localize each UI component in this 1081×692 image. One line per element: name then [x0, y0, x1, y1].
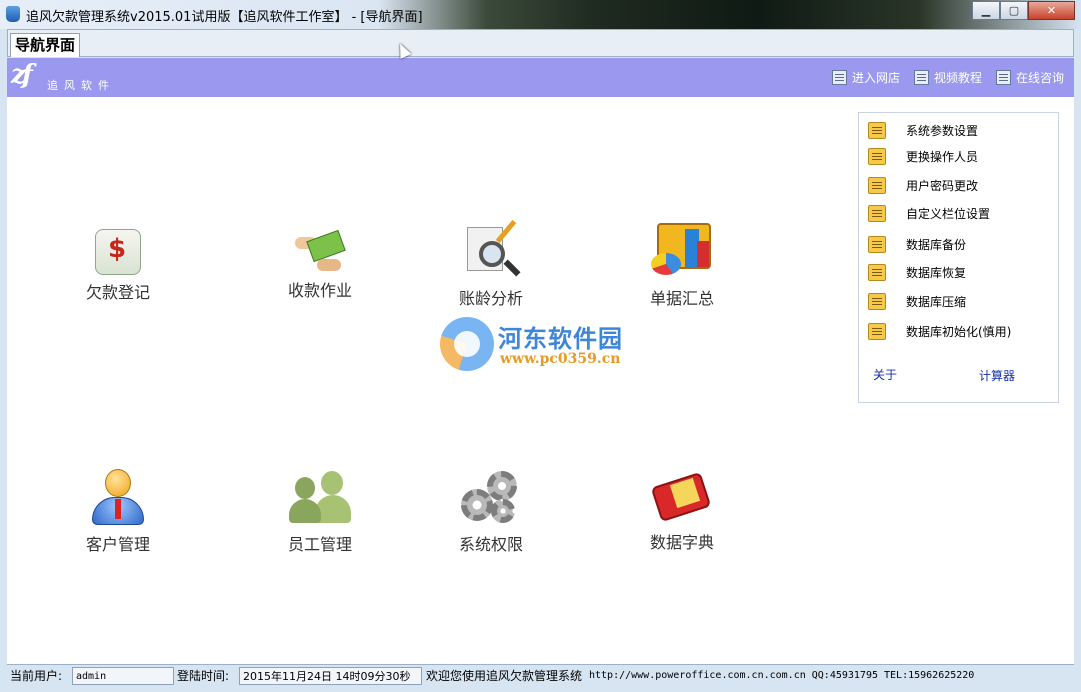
side-item-label: 用户密码更改 [906, 179, 979, 193]
current-user-value: admin [72, 667, 174, 685]
window-title: 追风欠款管理系统v2015.01试用版【追风软件工作室】 - [导航界面] [26, 10, 423, 25]
nav-label: 收款作业 [287, 281, 352, 300]
quick-settings-panel: 系统参数设置 更换操作人员 用户密码更改 自定义栏位设置 数据库备份 数据库恢复 [858, 112, 1059, 403]
watermark: 河东软件园 www.pc0359.cn [440, 317, 650, 373]
side-item-db-restore[interactable]: 数据库恢复 [868, 264, 966, 281]
nav-debt-register[interactable]: 欠款登记 [48, 221, 188, 303]
link-online-shop-label: 进入网店 [851, 71, 900, 85]
watermark-url: www.pc0359.cn [500, 351, 621, 367]
side-item-switch-operator[interactable]: 更换操作人员 [868, 148, 978, 165]
nav-label: 账龄分析 [458, 289, 523, 308]
nav-customer-management[interactable]: 客户管理 [48, 467, 188, 555]
welcome-message: 欢迎您使用追风欠款管理系统 [426, 669, 583, 683]
nav-label: 欠款登记 [85, 283, 150, 302]
gears-icon [461, 471, 521, 527]
link-online-consult[interactable]: 在线咨询 [995, 69, 1064, 86]
money-collect-icon [293, 229, 347, 273]
watermark-logo-icon [440, 317, 494, 371]
app-icon[interactable] [6, 6, 20, 22]
window-frame-right [1074, 29, 1081, 692]
chart-summary-icon [651, 223, 713, 281]
link-online-consult-label: 在线咨询 [1015, 71, 1064, 85]
nav-label: 数据字典 [649, 533, 714, 552]
side-item-system-params[interactable]: 系统参数设置 [868, 122, 978, 139]
close-button[interactable]: ✕ [1028, 1, 1075, 20]
side-item-label: 更换操作人员 [906, 150, 979, 164]
brand-name: 追风软件 [47, 79, 115, 92]
status-bar: 当前用户: admin 登陆时间: 2015年11月24日 14时09分30秒 … [7, 664, 1074, 686]
nav-label: 员工管理 [287, 535, 352, 554]
window-frame-bottom [0, 686, 1081, 692]
side-item-change-password[interactable]: 用户密码更改 [868, 177, 978, 194]
nav-system-permissions[interactable]: 系统权限 [421, 467, 561, 555]
tab-navigation[interactable]: 导航界面 [10, 33, 81, 57]
link-online-shop[interactable]: 进入网店 [831, 69, 900, 86]
main-panel: 欠款登记 收款作业 账龄分析 单据汇总 客户管理 [7, 97, 1074, 664]
side-item-db-initialize[interactable]: 数据库初始化(慎用) [868, 323, 1011, 340]
side-item-label: 数据库备份 [906, 238, 967, 252]
side-item-label: 系统参数设置 [906, 124, 979, 138]
note-icon [868, 122, 886, 139]
note-icon [868, 264, 886, 281]
nav-document-summary[interactable]: 单据汇总 [612, 221, 752, 309]
side-item-custom-fields[interactable]: 自定义栏位设置 [868, 205, 990, 222]
window-frame-left [0, 29, 7, 692]
dictionary-book-icon [650, 469, 713, 525]
maximize-button[interactable]: ▢ [1000, 1, 1028, 20]
note-icon [868, 177, 886, 194]
login-time-value: 2015年11月24日 14时09分30秒 [239, 667, 422, 685]
window-controls: ▁ ▢ ✕ [972, 1, 1075, 20]
nav-label: 系统权限 [458, 535, 523, 554]
header-links: 进入网店 视频教程 在线咨询 [831, 69, 1064, 86]
side-item-label: 数据库恢复 [906, 266, 967, 280]
about-link[interactable]: 关于 [873, 366, 897, 383]
staff-icon [289, 471, 351, 527]
note-icon [868, 323, 886, 340]
side-item-db-backup[interactable]: 数据库备份 [868, 236, 966, 253]
customer-icon [90, 469, 146, 527]
side-item-label: 数据库压缩 [906, 295, 967, 309]
nav-staff-management[interactable]: 员工管理 [250, 467, 390, 555]
tab-strip: 导航界面 [7, 29, 1074, 57]
note-icon [868, 148, 886, 165]
minimize-button[interactable]: ▁ [972, 1, 1000, 20]
brand-logo: zf [11, 60, 33, 90]
link-video-tutorial-label: 视频教程 [933, 71, 982, 85]
title-bar[interactable]: 追风欠款管理系统v2015.01试用版【追风软件工作室】 - [导航界面] ▁ … [0, 0, 1081, 29]
header-banner: zf 追风软件 进入网店 视频教程 在线咨询 [7, 58, 1074, 97]
list-icon [831, 70, 847, 85]
side-item-label: 自定义栏位设置 [906, 207, 991, 221]
nav-collection[interactable]: 收款作业 [250, 221, 390, 301]
side-item-label: 数据库初始化(慎用) [906, 325, 1012, 339]
note-icon [868, 236, 886, 253]
app-window: 追风欠款管理系统v2015.01试用版【追风软件工作室】 - [导航界面] ▁ … [0, 0, 1081, 692]
login-time-label: 登陆时间: [177, 669, 230, 683]
list-icon [913, 70, 929, 85]
magnifier-report-icon [463, 219, 521, 281]
contact-info: http://www.poweroffice.com.cn.com.cn QQ:… [589, 670, 975, 681]
list-icon [995, 70, 1011, 85]
current-user-label: 当前用户: [10, 669, 63, 683]
nav-label: 单据汇总 [649, 289, 714, 308]
watermark-name: 河东软件园 [498, 324, 623, 353]
nav-label: 客户管理 [85, 535, 150, 554]
side-item-db-compress[interactable]: 数据库压缩 [868, 293, 966, 310]
note-icon [868, 293, 886, 310]
link-video-tutorial[interactable]: 视频教程 [913, 69, 982, 86]
nav-data-dictionary[interactable]: 数据字典 [612, 467, 752, 553]
calculator-link[interactable]: 计算器 [979, 367, 1015, 384]
nav-aging-analysis[interactable]: 账龄分析 [421, 219, 561, 309]
note-icon [868, 205, 886, 222]
debt-register-icon [95, 229, 141, 275]
